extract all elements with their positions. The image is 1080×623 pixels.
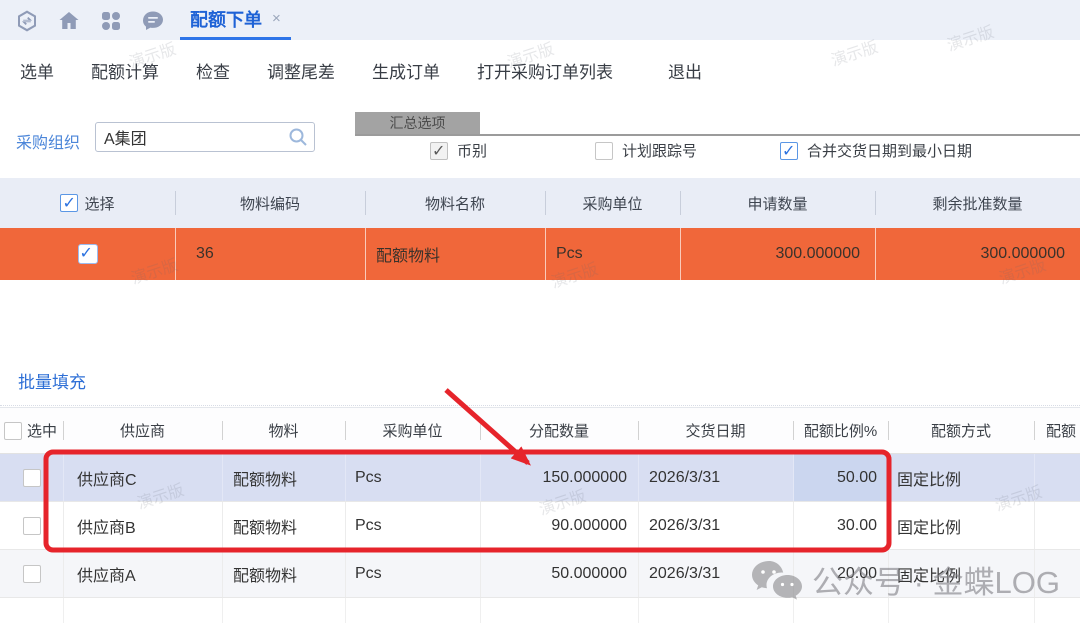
- option-plan-tracking: 计划跟踪号: [595, 140, 697, 161]
- filter-area: 采购组织 汇总选项 币别 计划跟踪号 合并交货日期到最小日期: [0, 100, 1080, 178]
- cell-material: 配额物料: [222, 550, 345, 597]
- requisition-table-header: 选择 物料编码 物料名称 采购单位 申请数量 剩余批准数量: [0, 178, 1080, 228]
- select-all-checkbox-2[interactable]: [4, 422, 22, 440]
- cell-purchase-unit: Pcs: [345, 502, 480, 549]
- row-checkbox[interactable]: [78, 244, 98, 264]
- col-material-name: 物料名称: [365, 178, 545, 228]
- cell-remaining-approved-qty: 300.000000: [875, 228, 1080, 280]
- purchase-org-input[interactable]: [95, 122, 315, 152]
- cell-material: 配额物料: [222, 454, 345, 501]
- header-selected-cell: 选中: [0, 408, 63, 453]
- allocation-row-supplier-a[interactable]: 供应商A 配额物料 Pcs 50.000000 2026/3/31 20.00 …: [0, 550, 1080, 598]
- summary-options-tab[interactable]: 汇总选项: [355, 112, 480, 134]
- batch-fill-link[interactable]: 批量填充: [18, 368, 86, 393]
- cell-purchase-unit: Pcs: [345, 454, 480, 501]
- col-select: 选择: [84, 193, 114, 214]
- requisition-row-selected[interactable]: 36 配额物料 Pcs 300.000000 300.000000: [0, 228, 1080, 280]
- merge-delivery-checkbox[interactable]: [780, 142, 798, 160]
- menu-item-check[interactable]: 检查: [196, 58, 230, 83]
- cell-request-qty: 300.000000: [680, 228, 875, 280]
- tab-close-icon[interactable]: ×: [272, 10, 281, 27]
- col-quota-ratio: 配额比例%: [793, 408, 888, 453]
- tab-quota-order[interactable]: 配额下单 ×: [180, 0, 291, 40]
- header-select-cell: 选择: [0, 178, 175, 228]
- allocation-row-supplier-b[interactable]: 供应商B 配额物料 Pcs 90.000000 2026/3/31 30.00 …: [0, 502, 1080, 550]
- menu-item-adjust-tail[interactable]: 调整尾差: [267, 58, 335, 83]
- cell-quota-extra: [1034, 454, 1080, 501]
- col-remaining-approved-qty: 剩余批准数量: [875, 178, 1080, 228]
- allocation-table: 选中 供应商 物料 采购单位 分配数量 交货日期 配额比例% 配额方式 配额 供…: [0, 407, 1080, 623]
- plan-tracking-checkbox[interactable]: [595, 142, 613, 160]
- cell-purchase-unit: Pcs: [545, 228, 680, 280]
- cell-quota-ratio: 20.00: [793, 550, 888, 597]
- home-icon[interactable]: [56, 8, 81, 33]
- col-purchase-unit: 采购单位: [545, 178, 680, 228]
- row-checkbox[interactable]: [23, 469, 41, 487]
- row-checkbox[interactable]: [23, 565, 41, 583]
- col-delivery-date: 交货日期: [638, 408, 793, 453]
- requisition-table: 选择 物料编码 物料名称 采购单位 申请数量 剩余批准数量 36 配额物料 Pc…: [0, 178, 1080, 280]
- menu-item-quota-calc[interactable]: 配额计算: [91, 58, 159, 83]
- col-quota-method: 配额方式: [888, 408, 1034, 453]
- col-quota-clipped: 配额: [1034, 408, 1080, 453]
- cell-delivery-date: 2026/3/31: [638, 454, 793, 501]
- allocation-table-header: 选中 供应商 物料 采购单位 分配数量 交货日期 配额比例% 配额方式 配额: [0, 407, 1080, 454]
- menu-bar: 选单 配额计算 检查 调整尾差 生成订单 打开采购订单列表 退出: [0, 40, 1080, 100]
- menu-item-open-po-list[interactable]: 打开采购订单列表: [477, 58, 613, 83]
- menu-item-select[interactable]: 选单: [20, 58, 54, 83]
- cell-quota-extra: [1034, 502, 1080, 549]
- option-currency: 币别: [430, 140, 487, 161]
- col-supplier: 供应商: [63, 408, 222, 453]
- select-all-checkbox[interactable]: [60, 194, 78, 212]
- search-icon[interactable]: [288, 127, 308, 147]
- topbar-icon-group: [14, 8, 165, 33]
- col-request-qty: 申请数量: [680, 178, 875, 228]
- summary-tab-divider: [355, 134, 1080, 136]
- cell-material-code: 36: [175, 228, 365, 280]
- plan-tracking-label: 计划跟踪号: [622, 140, 697, 161]
- merge-delivery-label: 合并交货日期到最小日期: [807, 140, 972, 161]
- option-merge-delivery-date: 合并交货日期到最小日期: [780, 140, 972, 161]
- sync-logo-icon[interactable]: [14, 8, 39, 33]
- cell-allocated-qty: 90.000000: [480, 502, 638, 549]
- menu-item-generate-order[interactable]: 生成订单: [372, 58, 440, 83]
- cell-quota-ratio: 30.00: [793, 502, 888, 549]
- allocation-empty-row: [0, 598, 1080, 623]
- currency-checkbox[interactable]: [430, 142, 448, 160]
- apps-grid-icon[interactable]: [98, 8, 123, 33]
- message-icon[interactable]: [140, 8, 165, 33]
- currency-label: 币别: [457, 140, 487, 161]
- cell-allocated-qty: 50.000000: [480, 550, 638, 597]
- col-purchase-unit: 采购单位: [345, 408, 480, 453]
- menu-item-exit[interactable]: 退出: [668, 58, 702, 83]
- cell-quota-method: 固定比例: [888, 502, 1034, 549]
- row-checkbox[interactable]: [23, 517, 41, 535]
- cell-material: 配额物料: [222, 502, 345, 549]
- cell-supplier: 供应商C: [63, 454, 222, 501]
- cell-delivery-date: 2026/3/31: [638, 550, 793, 597]
- col-material-code: 物料编码: [175, 178, 365, 228]
- cell-quota-extra: [1034, 550, 1080, 597]
- allocation-row-supplier-c[interactable]: 供应商C 配额物料 Pcs 150.000000 2026/3/31 50.00…: [0, 454, 1080, 502]
- cell-delivery-date: 2026/3/31: [638, 502, 793, 549]
- cell-quota-method: 固定比例: [888, 550, 1034, 597]
- col-selected: 选中: [27, 420, 57, 441]
- cell-quota-method: 固定比例: [888, 454, 1034, 501]
- top-bar: 配额下单 ×: [0, 0, 1080, 40]
- cell-allocated-qty: 150.000000: [480, 454, 638, 501]
- batch-fill-section: 批量填充: [0, 360, 1080, 406]
- cell-quota-ratio: 50.00: [793, 454, 888, 501]
- cell-material-name: 配额物料: [365, 228, 545, 280]
- cell-purchase-unit: Pcs: [345, 550, 480, 597]
- cell-supplier: 供应商B: [63, 502, 222, 549]
- tab-label: 配额下单: [190, 6, 262, 32]
- col-material: 物料: [222, 408, 345, 453]
- purchase-org-label: 采购组织: [16, 129, 80, 153]
- col-allocated-qty: 分配数量: [480, 408, 638, 453]
- cell-supplier: 供应商A: [63, 550, 222, 597]
